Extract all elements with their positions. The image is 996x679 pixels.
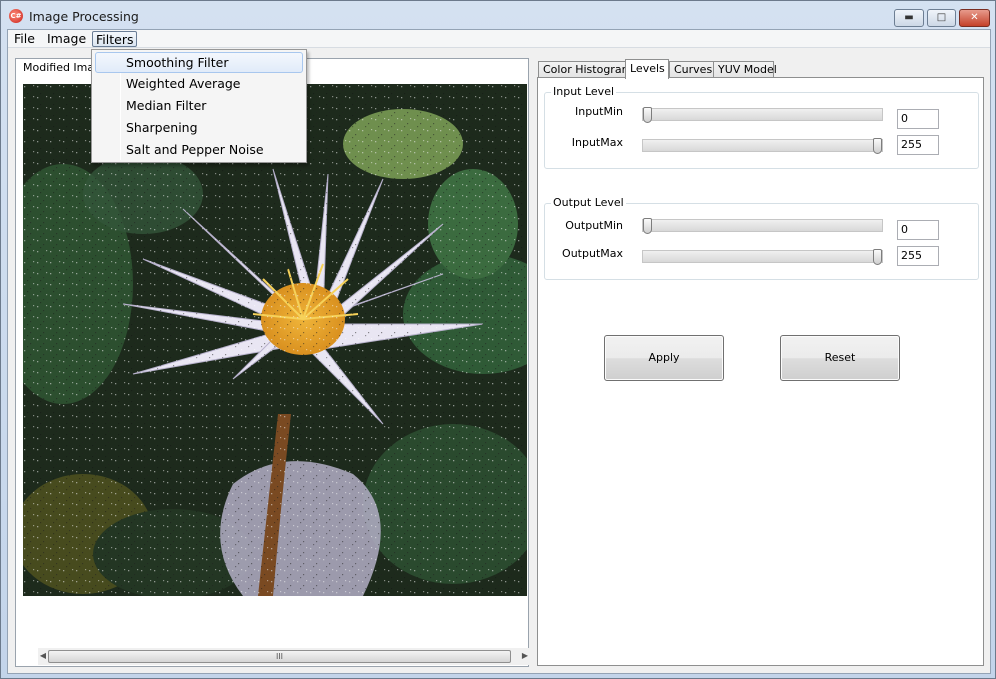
inputmin-label: InputMin xyxy=(574,105,623,118)
tab-levels[interactable]: Levels xyxy=(625,59,669,79)
inputmin-slider[interactable] xyxy=(642,107,883,123)
input-level-title: Input Level xyxy=(551,85,617,98)
client-area: File Image Filters Smoothing Filter Weig… xyxy=(7,29,991,674)
minimize-button[interactable]: ▬ xyxy=(894,9,924,27)
outputmax-thumb[interactable] xyxy=(873,249,882,265)
menu-item-median-filter[interactable]: Median Filter xyxy=(95,96,303,117)
scroll-thumb[interactable]: III xyxy=(48,650,511,663)
menu-filters[interactable]: Filters xyxy=(92,31,138,47)
outputmax-field[interactable]: 255 xyxy=(897,246,939,266)
apply-button[interactable]: Apply xyxy=(604,335,724,381)
maximize-button[interactable]: □ xyxy=(927,9,956,27)
tab-color-histogram[interactable]: Color Histogram xyxy=(538,61,632,78)
scroll-right-icon[interactable]: ▶ xyxy=(520,651,530,661)
input-level-group: Input Level InputMin 0 InputMax 255 xyxy=(544,85,979,169)
window-title: Image Processing xyxy=(29,9,139,24)
menu-file[interactable]: File xyxy=(11,31,38,47)
output-level-title: Output Level xyxy=(551,196,626,209)
scroll-left-icon[interactable]: ◀ xyxy=(38,651,48,661)
inputmax-field[interactable]: 255 xyxy=(897,135,939,155)
menu-item-weighted-average[interactable]: Weighted Average xyxy=(95,74,303,95)
menu-item-salt-pepper-noise[interactable]: Salt and Pepper Noise xyxy=(95,140,303,161)
inputmax-thumb[interactable] xyxy=(873,138,882,154)
close-button[interactable]: ✕ xyxy=(959,9,990,27)
menu-item-smoothing-filter[interactable]: Smoothing Filter xyxy=(95,52,303,73)
menu-image[interactable]: Image xyxy=(44,31,89,47)
outputmin-slider[interactable] xyxy=(642,218,883,234)
scroll-grip: III xyxy=(275,652,284,661)
close-icon: ✕ xyxy=(970,12,979,23)
outputmin-label: OutputMin xyxy=(565,219,623,232)
app-window: C# Image Processing ▬ □ ✕ File Image Fil… xyxy=(0,0,996,679)
inputmax-label: InputMax xyxy=(571,136,623,149)
inputmin-thumb[interactable] xyxy=(643,107,652,123)
menu-bar: File Image Filters xyxy=(8,30,990,48)
outputmax-label: OutputMax xyxy=(562,247,623,260)
inputmax-slider[interactable] xyxy=(642,138,883,154)
outputmax-slider[interactable] xyxy=(642,249,883,265)
reset-button[interactable]: Reset xyxy=(780,335,900,381)
minimize-icon: ▬ xyxy=(904,12,914,23)
levels-panel: Input Level InputMin 0 InputMax 255 Outp… xyxy=(537,77,984,666)
outputmin-thumb[interactable] xyxy=(643,218,652,234)
inputmin-field[interactable]: 0 xyxy=(897,109,939,129)
app-icon: C# xyxy=(9,9,23,23)
horizontal-scrollbar[interactable]: ◀ III ▶ xyxy=(38,648,530,665)
output-level-group: Output Level OutputMin 0 OutputMax 255 xyxy=(544,196,979,280)
tab-yuv-model[interactable]: YUV Model xyxy=(713,61,777,78)
maximize-icon: □ xyxy=(936,12,947,23)
tab-curves[interactable]: Curves xyxy=(669,61,714,78)
title-bar: C# Image Processing ▬ □ ✕ xyxy=(1,1,995,29)
outputmin-field[interactable]: 0 xyxy=(897,220,939,240)
filters-dropdown: Smoothing Filter Weighted Average Median… xyxy=(91,49,307,163)
menu-item-sharpening[interactable]: Sharpening xyxy=(95,118,303,139)
